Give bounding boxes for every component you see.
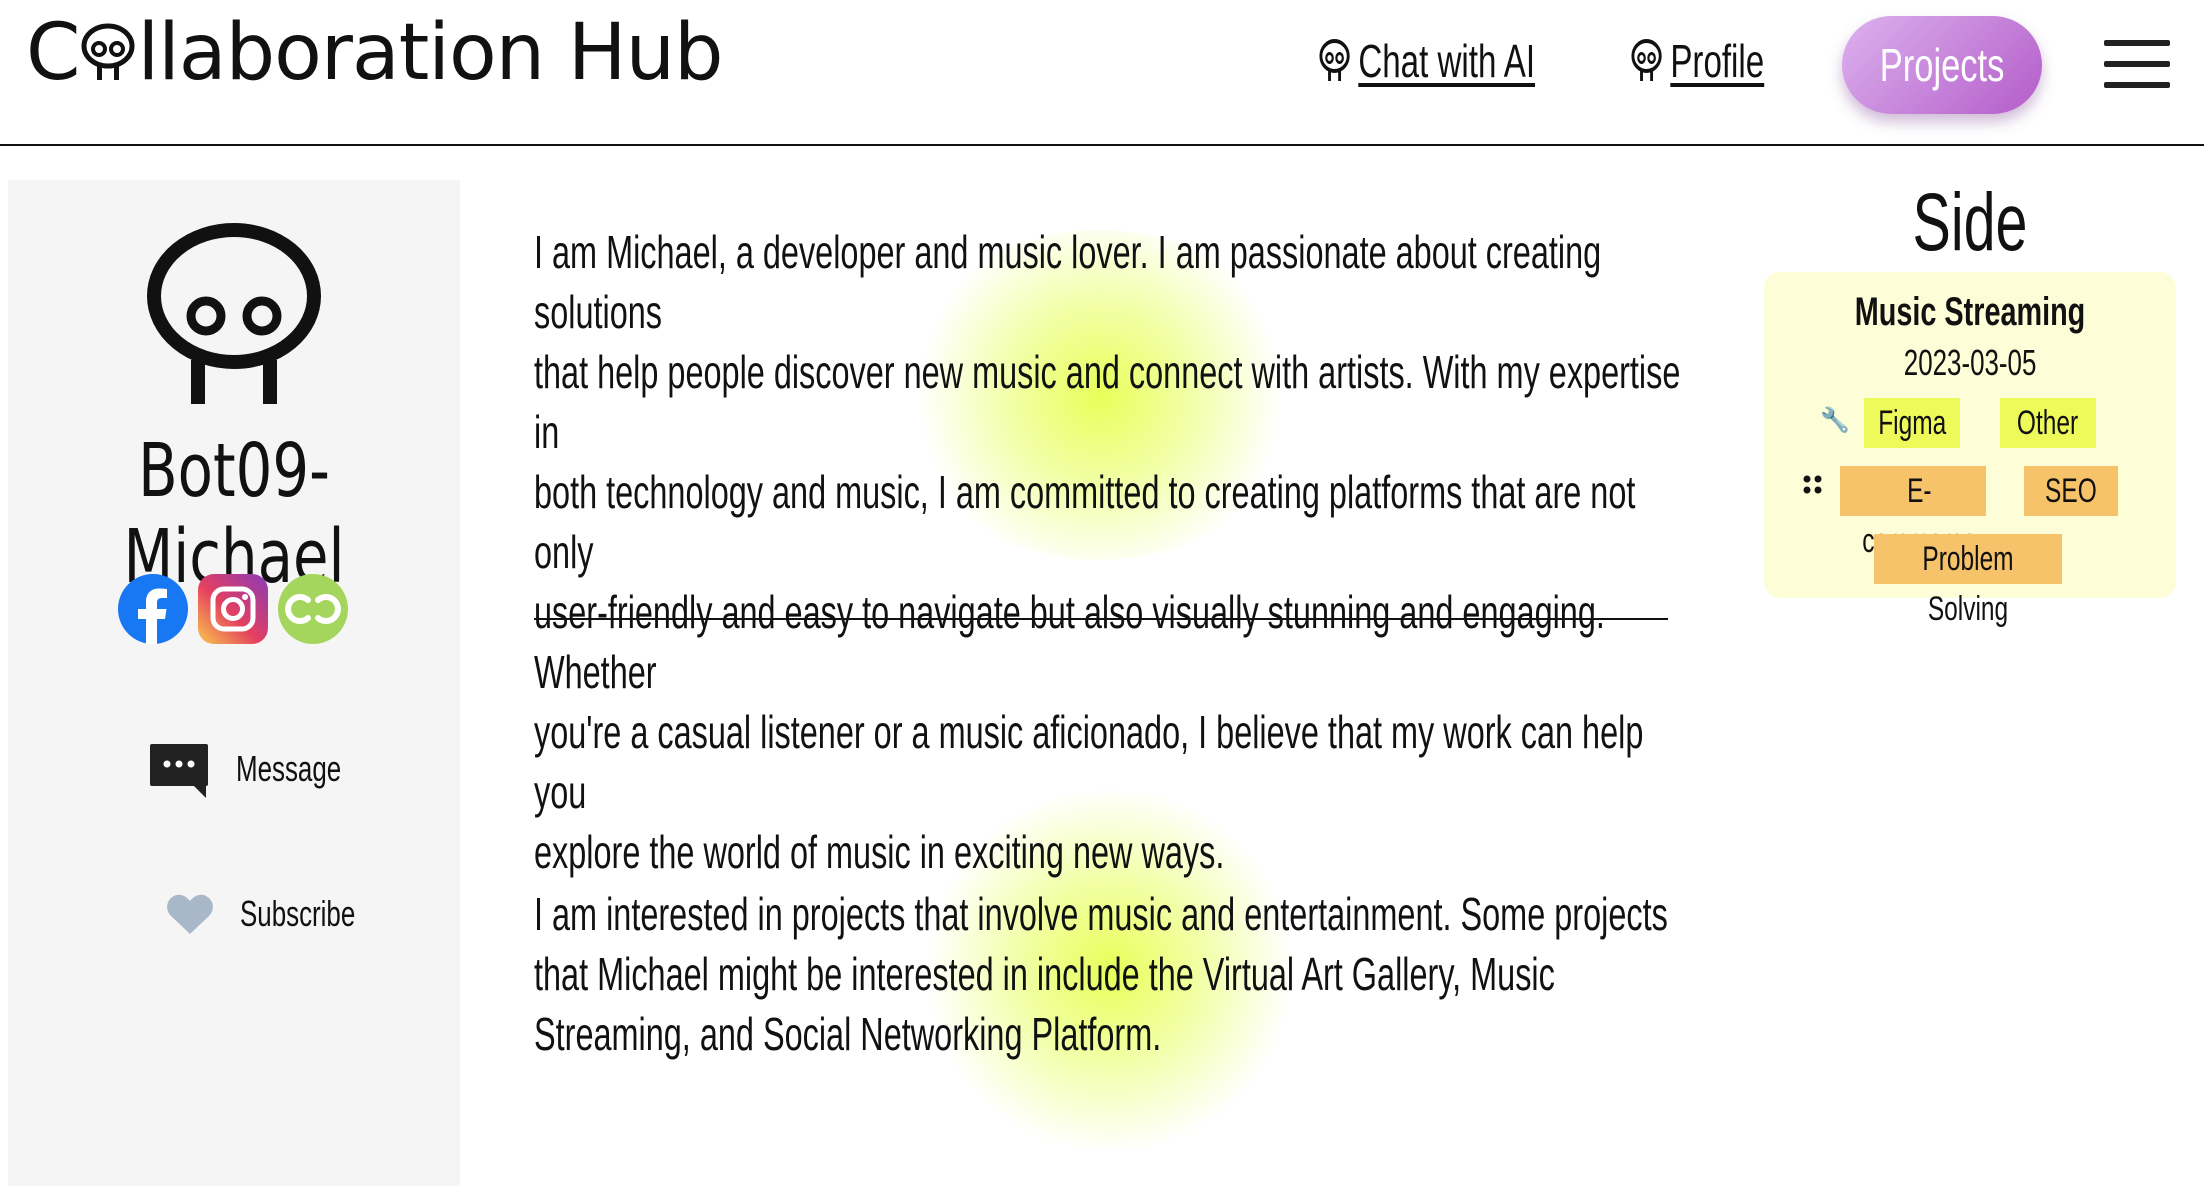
nav-chat-with-ai[interactable]: Chat with AI xyxy=(1318,34,1535,88)
nav-chat-label: Chat with AI xyxy=(1358,35,1536,87)
bio-line: you're a casual listener or a music afic… xyxy=(534,706,1644,818)
message-button[interactable]: Message xyxy=(148,738,382,800)
bot-icon xyxy=(1631,39,1662,81)
bio-line: both technology and music, I am committe… xyxy=(534,466,1636,578)
avatar xyxy=(147,223,321,404)
grid-dots-icon xyxy=(1802,474,1824,503)
message-label: Message xyxy=(236,748,342,789)
nav-profile[interactable]: Profile xyxy=(1630,34,1764,88)
section-divider xyxy=(534,618,1668,620)
social-links xyxy=(118,574,348,644)
instagram-icon[interactable] xyxy=(198,574,268,644)
projects-button-label: Projects xyxy=(1879,39,2005,91)
bot-icon xyxy=(1319,39,1350,81)
project-date: 2023-03-05 xyxy=(1903,342,2037,383)
top-header: C llaboration Hub Chat with AI Profile P… xyxy=(0,0,2204,146)
project-name: Music Streaming xyxy=(1854,290,2086,334)
subscribe-button[interactable]: Subscribe xyxy=(166,892,400,936)
facebook-icon[interactable] xyxy=(118,574,188,644)
wrench-icon: 🔧 xyxy=(1820,407,1850,434)
profile-sidebar: Bot09-Michael Message Subscribe xyxy=(8,180,460,1186)
brand-logo[interactable]: C llaboration Hub xyxy=(26,8,724,98)
bio-line: that help people discover new music and … xyxy=(534,346,1681,458)
brand-text-suffix: llaboration Hub xyxy=(137,8,723,98)
bio-line: user-friendly and easy to navigate but a… xyxy=(534,586,1605,698)
skill-tag: SEO xyxy=(2024,466,2118,516)
hamburger-menu-icon[interactable] xyxy=(2104,40,2170,88)
interest-line: I am interested in projects that involve… xyxy=(534,888,1668,940)
interest-line: Streaming, and Social Networking Platfor… xyxy=(534,1008,1162,1060)
brand-text-prefix: C xyxy=(26,8,80,98)
tool-tag: Figma xyxy=(1864,398,1960,448)
interests-paragraph: I am interested in projects that involve… xyxy=(534,884,1694,1064)
heart-icon xyxy=(167,894,213,934)
bot-icon xyxy=(81,23,135,80)
skill-tag: E-commerce xyxy=(1840,466,1986,560)
chat-bubble-icon xyxy=(150,744,208,798)
project-card[interactable]: Music Streaming 2023-03-05 🔧 Figma Other… xyxy=(1764,272,2176,628)
projects-button[interactable]: Projects xyxy=(1842,16,2042,114)
chain-link-icon[interactable] xyxy=(278,574,348,644)
interest-line: that Michael might be interested in incl… xyxy=(534,948,1555,1000)
skill-tag: Problem Solving xyxy=(1874,534,2062,628)
bio-line: explore the world of music in exciting n… xyxy=(534,826,1225,878)
bio-line: I am Michael, a developer and music love… xyxy=(534,226,1602,338)
nav-profile-label: Profile xyxy=(1670,35,1765,87)
tool-tag: Other xyxy=(2000,398,2096,448)
bio-paragraph: I am Michael, a developer and music love… xyxy=(534,222,1694,882)
subscribe-label: Subscribe xyxy=(240,893,356,934)
